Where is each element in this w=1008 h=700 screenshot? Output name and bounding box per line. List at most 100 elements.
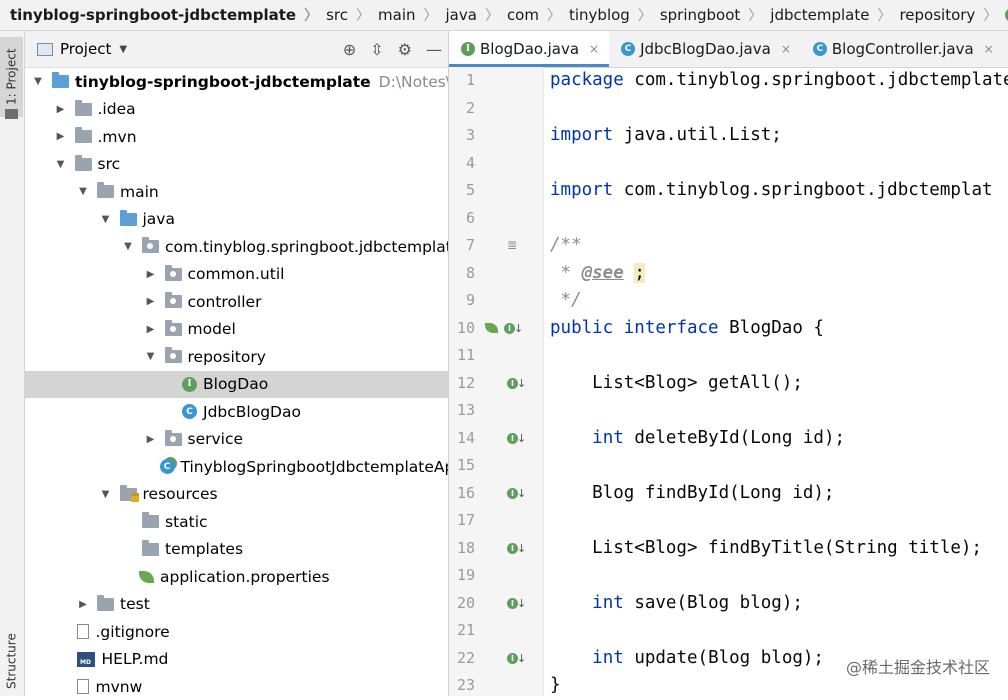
implemented-marker[interactable]: I ↓: [507, 645, 526, 673]
tree-item[interactable]: MD HELP.md: [25, 646, 448, 674]
breadcrumb-item[interactable]: tinyblog-springboot-jdbctemplate 〉: [0, 5, 318, 25]
close-icon[interactable]: ×: [984, 42, 994, 56]
breadcrumb-separator-icon: 〉: [304, 8, 319, 24]
breadcrumb-item[interactable]: java 〉: [438, 5, 499, 25]
package-icon: [164, 264, 182, 281]
breadcrumb-item[interactable]: springboot 〉: [652, 5, 762, 25]
close-icon[interactable]: ×: [589, 42, 599, 56]
project-tool-tab[interactable]: 1: Project: [0, 37, 23, 117]
tree-item[interactable]: .gitignore: [25, 618, 448, 646]
tree-item[interactable]: mvnw: [25, 673, 448, 696]
tree-item[interactable]: ▶ .mvn: [25, 123, 448, 151]
code-line: int update(Blog blog);: [550, 645, 824, 673]
minimize-icon[interactable]: —: [426, 40, 442, 59]
close-icon[interactable]: ×: [781, 42, 791, 56]
spring-bean-icon[interactable]: [485, 323, 498, 334]
expanded-arrow-icon[interactable]: ▼: [99, 489, 113, 500]
folder-icon: [142, 512, 159, 529]
doc-comment-toggle-icon[interactable]: ≣: [507, 232, 517, 260]
tree-item[interactable]: ▼ repository: [25, 343, 448, 371]
code-editor[interactable]: package com.tinyblog.springboot.jdbctemp…: [550, 67, 1008, 696]
package-icon: [142, 237, 159, 254]
collapsed-arrow-icon[interactable]: ▶: [144, 296, 158, 307]
implemented-marker[interactable]: I ↓: [507, 425, 526, 453]
gear-icon[interactable]: ⚙: [398, 40, 412, 59]
folder-icon: [74, 99, 92, 116]
editor-tab[interactable]: C JdbcBlogDao.java ×: [609, 31, 801, 67]
code-token: package: [550, 70, 635, 90]
expanded-arrow-icon[interactable]: ▼: [99, 214, 113, 225]
breadcrumb-separator-icon: 〉: [423, 8, 438, 24]
implemented-marker[interactable]: I ↓: [507, 535, 526, 563]
locate-icon[interactable]: ⊕: [343, 40, 356, 59]
tree-item[interactable]: C JdbcBlogDao: [25, 398, 448, 426]
tree-item[interactable]: ▼ src: [25, 151, 448, 179]
tree-item-label: tinyblog-springboot-jdbctemplate: [75, 72, 371, 91]
code-token: deleteById(Long id);: [634, 427, 846, 448]
tree-item-label: templates: [165, 540, 244, 559]
breadcrumb-label: jdbctemplate: [770, 6, 870, 24]
editor-tab-bar: I BlogDao.java × C JdbcBlogDao.java × C BlogCon…: [449, 31, 1008, 68]
expanded-arrow-icon[interactable]: ▼: [54, 159, 68, 170]
implemented-marker[interactable]: I ↓: [507, 590, 526, 618]
collapsed-arrow-icon[interactable]: ▶: [54, 104, 68, 115]
structure-tool-tab[interactable]: Structure: [0, 626, 23, 696]
navigate-down-icon: ↓: [517, 651, 527, 665]
line-number: 7: [465, 236, 475, 254]
collapsed-arrow-icon[interactable]: ▶: [144, 434, 158, 445]
code-token: com.tinyblog.springboot.jdbctemplat: [623, 180, 993, 200]
tree-item[interactable]: ▶ common.util: [25, 261, 448, 289]
project-panel-title[interactable]: Project: [60, 40, 111, 58]
tree-item[interactable]: static: [25, 508, 448, 536]
breadcrumb-separator-icon: 〉: [748, 8, 763, 24]
line-number: 16: [456, 483, 475, 502]
collapsed-arrow-icon[interactable]: ▶: [144, 324, 158, 335]
expanded-arrow-icon[interactable]: ▼: [31, 76, 45, 87]
line-number: 9: [465, 291, 475, 309]
gitignore-file-icon: [76, 624, 89, 640]
tree-item[interactable]: templates: [25, 536, 448, 564]
tree-item[interactable]: ▶ test: [25, 591, 448, 619]
chevron-down-icon[interactable]: ▼: [119, 44, 127, 55]
collapse-icon[interactable]: ⇳: [370, 40, 383, 59]
editor-tab[interactable]: I BlogDao.java ×: [449, 31, 610, 67]
breadcrumb-item[interactable]: tinyblog 〉: [561, 5, 652, 25]
expanded-arrow-icon[interactable]: ▼: [144, 351, 158, 362]
implemented-marker[interactable]: I ↓: [485, 315, 523, 343]
editor-tab-label: JdbcBlogDao.java: [640, 40, 771, 58]
editor-gutter: 1 2 3 4 5 6 7 ≣ 8 9 10 I ↓ 11 12 I ↓ 13 14 I ↓ 15 16 I ↓ 17 18 I ↓ 19…: [449, 67, 544, 696]
breadcrumb-item[interactable]: main 〉: [370, 5, 437, 25]
breadcrumb-item[interactable]: jdbctemplate 〉: [762, 5, 891, 25]
editor-tab[interactable]: C BlogController.java ×: [801, 31, 1004, 67]
expanded-arrow-icon[interactable]: ▼: [121, 241, 135, 252]
tree-item[interactable]: ▼ tinyblog-springboot-jdbctemplate D:\Note…: [25, 68, 448, 96]
breadcrumb-item[interactable]: IBlogDao: [997, 6, 1008, 24]
code-token: int: [592, 592, 635, 613]
tree-item[interactable]: I BlogDao: [25, 370, 448, 398]
tree-item[interactable]: ▶ model: [25, 316, 448, 344]
implemented-marker[interactable]: I ↓: [507, 480, 526, 508]
tree-item[interactable]: application.properties: [25, 563, 448, 591]
tree-item[interactable]: ▼ main: [25, 178, 448, 206]
implemented-marker[interactable]: I ↓: [507, 370, 526, 398]
tree-item[interactable]: ▼ java: [25, 206, 448, 234]
expanded-arrow-icon[interactable]: ▼: [76, 186, 90, 197]
tree-item-label: test: [120, 595, 150, 614]
tree-item-label: main: [120, 182, 159, 201]
tree-item-label: com.tinyblog.springboot.jdbctemplate: [165, 237, 449, 256]
collapsed-arrow-icon[interactable]: ▶: [76, 599, 90, 610]
tree-item[interactable]: C TinyblogSpringbootJdbctemplateAp: [25, 453, 448, 481]
collapsed-arrow-icon[interactable]: ▶: [144, 269, 158, 280]
tree-item[interactable]: ▶ controller: [25, 288, 448, 316]
collapsed-arrow-icon[interactable]: ▶: [54, 131, 68, 142]
tree-item[interactable]: ▶ service: [25, 426, 448, 454]
tree-item[interactable]: ▼ resources: [25, 481, 448, 509]
editor-tab-label: BlogDao.java: [480, 40, 580, 58]
breadcrumb-item[interactable]: com 〉: [499, 5, 561, 25]
tree-item[interactable]: ▶ .idea: [25, 96, 448, 124]
breadcrumb-item[interactable]: src 〉: [318, 5, 370, 25]
breadcrumb-item[interactable]: repository 〉: [891, 5, 997, 25]
breadcrumb-label: springboot: [659, 6, 741, 24]
tree-item[interactable]: ▼ com.tinyblog.springboot.jdbctemplate: [25, 233, 448, 261]
